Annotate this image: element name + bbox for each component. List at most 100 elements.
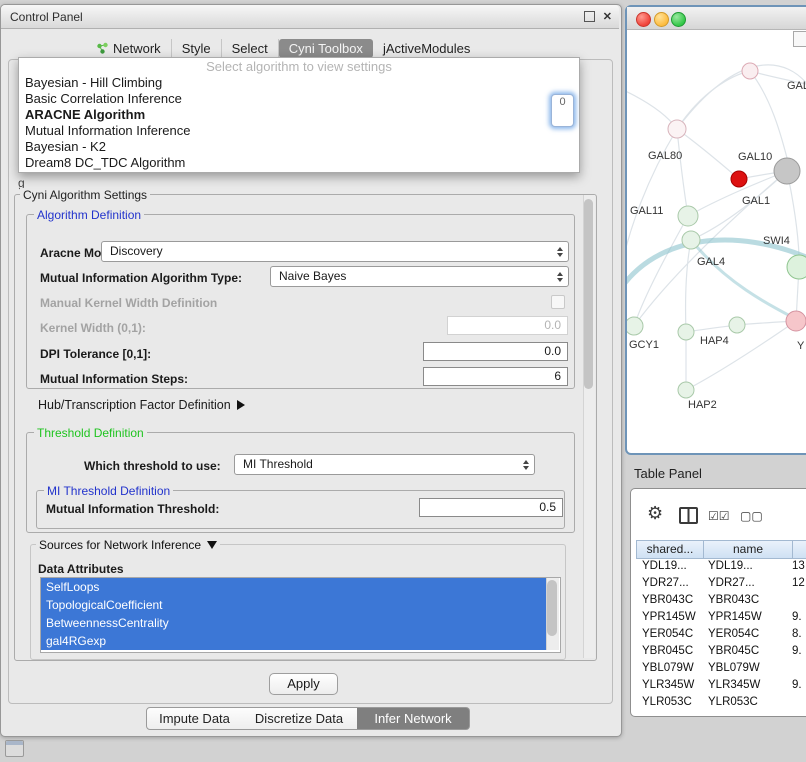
close-traffic-light[interactable] xyxy=(636,12,651,27)
columns-icon[interactable] xyxy=(679,507,698,524)
table-cell[interactable]: YLR345W xyxy=(636,677,702,694)
column-header[interactable] xyxy=(793,540,806,559)
combo-value: Discovery xyxy=(110,244,163,258)
table-cell[interactable]: 9. xyxy=(790,677,806,694)
tab-impute-data[interactable]: Impute Data xyxy=(146,707,243,730)
tab-cyni-toolbox[interactable]: Cyni Toolbox xyxy=(279,39,373,58)
float-window-icon[interactable] xyxy=(584,11,595,22)
spinner-field[interactable]: 0 xyxy=(551,94,574,127)
collapsed-panel-icon[interactable] xyxy=(5,740,24,757)
table-cell[interactable]: YPR145W xyxy=(702,609,790,626)
table-row[interactable]: YBR045CYBR045C9. xyxy=(636,643,806,660)
table-cell[interactable]: 13 xyxy=(790,558,806,575)
tab-jactivemodules[interactable]: jActiveModules xyxy=(373,39,480,58)
popup-item[interactable]: Mutual Information Inference xyxy=(19,123,579,139)
sources-section-toggle[interactable]: Sources for Network Inference xyxy=(36,538,220,552)
table-cell[interactable]: 12 xyxy=(790,575,806,592)
network-node[interactable] xyxy=(787,255,806,279)
list-item[interactable]: gal4RGexp xyxy=(41,632,550,650)
checked-pair-icon[interactable]: ☑☑ xyxy=(708,509,730,523)
tab-select[interactable]: Select xyxy=(222,39,279,58)
network-node[interactable] xyxy=(729,317,745,333)
table-row[interactable]: YBR043CYBR043C xyxy=(636,592,806,609)
mi-steps-field[interactable]: 6 xyxy=(423,367,568,386)
network-node[interactable] xyxy=(786,311,806,331)
table-cell[interactable]: YBR045C xyxy=(702,643,790,660)
mi-threshold-field[interactable]: 0.5 xyxy=(419,498,563,517)
table-cell[interactable]: YBL079W xyxy=(702,660,790,677)
popup-item[interactable]: Bayesian - K2 xyxy=(19,139,579,155)
network-node[interactable] xyxy=(774,158,800,184)
kernel-width-field[interactable]: 0.0 xyxy=(447,316,568,335)
table-cell[interactable]: YDL19... xyxy=(702,558,790,575)
table-cell[interactable]: YBR043C xyxy=(636,592,702,609)
network-node[interactable] xyxy=(678,324,694,340)
list-scrollbar-thumb[interactable] xyxy=(547,580,557,636)
zoom-traffic-light[interactable] xyxy=(671,12,686,27)
kernel-width-label: Kernel Width (0,1): xyxy=(40,321,146,335)
minimize-traffic-light[interactable] xyxy=(654,12,669,27)
table-cell[interactable] xyxy=(790,592,806,609)
list-item[interactable]: TopologicalCoefficient xyxy=(41,596,550,614)
network-node[interactable] xyxy=(678,382,694,398)
data-attributes-label: Data Attributes xyxy=(38,562,124,576)
table-cell[interactable]: 8. xyxy=(790,626,806,643)
table-cell[interactable]: YLR053C xyxy=(702,694,790,708)
table-cell[interactable]: YBR043C xyxy=(702,592,790,609)
tab-style[interactable]: Style xyxy=(172,39,222,58)
table-cell[interactable]: YDR27... xyxy=(702,575,790,592)
tab-network[interactable]: Network xyxy=(86,39,172,58)
hub-section-toggle[interactable]: Hub/Transcription Factor Definition xyxy=(38,398,245,412)
network-node[interactable] xyxy=(627,317,643,335)
popup-item-selected[interactable]: ARACNE Algorithm xyxy=(19,107,579,123)
table-cell[interactable]: 9. xyxy=(790,643,806,660)
mi-type-combo[interactable]: Naive Bayes xyxy=(270,266,569,287)
table-cell[interactable]: YDR27... xyxy=(636,575,702,592)
list-item[interactable]: BetweennessCentrality xyxy=(41,614,550,632)
table-cell[interactable] xyxy=(790,694,806,708)
column-header[interactable]: shared... xyxy=(636,540,704,559)
table-cell[interactable]: YDL19... xyxy=(636,558,702,575)
apply-button[interactable]: Apply xyxy=(269,673,338,695)
network-node[interactable] xyxy=(731,171,747,187)
table-row[interactable]: YLR053CYLR053C xyxy=(636,694,806,708)
table-row[interactable]: YPR145WYPR145W9. xyxy=(636,609,806,626)
aracne-mode-combo[interactable]: Discovery xyxy=(101,241,569,262)
table-cell[interactable]: YLR345W xyxy=(702,677,790,694)
gear-icon[interactable]: ⚙ xyxy=(647,503,663,524)
list-item[interactable]: SelfLoops xyxy=(41,578,550,596)
combo-arrows-icon xyxy=(557,272,563,282)
network-node[interactable] xyxy=(678,206,698,226)
tab-discretize-data[interactable]: Discretize Data xyxy=(241,707,358,730)
table-row[interactable]: YLR345WYLR345W9. xyxy=(636,677,806,694)
column-header[interactable]: name xyxy=(704,540,793,559)
popup-item[interactable]: Basic Correlation Inference xyxy=(19,91,579,107)
table-cell[interactable]: YBL079W xyxy=(636,660,702,677)
table-cell[interactable] xyxy=(790,660,806,677)
which-threshold-combo[interactable]: MI Threshold xyxy=(234,454,535,475)
close-icon[interactable]: ✕ xyxy=(603,10,612,23)
combo-value: MI Threshold xyxy=(243,457,313,471)
network-scrollbar-button[interactable] xyxy=(793,31,806,47)
table-row[interactable]: YDR27...YDR27...12 xyxy=(636,575,806,592)
table-cell[interactable]: YLR053C xyxy=(636,694,702,708)
network-node[interactable] xyxy=(682,231,700,249)
dpi-tolerance-field[interactable]: 0.0 xyxy=(423,342,568,361)
settings-scrollbar-thumb[interactable] xyxy=(584,199,593,389)
table-cell[interactable]: YER054C xyxy=(636,626,702,643)
table-cell[interactable]: YER054C xyxy=(702,626,790,643)
popup-item[interactable]: Dream8 DC_TDC Algorithm xyxy=(19,155,579,171)
network-canvas[interactable]: GAL80GAL10GAL11GAL1SWI4GAL4GCY1HAP4HAP2G… xyxy=(627,29,806,449)
tab-infer-network[interactable]: Infer Network xyxy=(357,707,470,730)
manual-kernel-checkbox[interactable] xyxy=(551,295,565,309)
table-cell[interactable]: YBR045C xyxy=(636,643,702,660)
table-row[interactable]: YDL19...YDL19...13 xyxy=(636,558,806,575)
popup-item[interactable]: Bayesian - Hill Climbing xyxy=(19,75,579,91)
network-node[interactable] xyxy=(668,120,686,138)
table-row[interactable]: YER054CYER054C8. xyxy=(636,626,806,643)
unchecked-pair-icon[interactable]: ▢▢ xyxy=(740,509,763,523)
table-cell[interactable]: YPR145W xyxy=(636,609,702,626)
network-node[interactable] xyxy=(742,63,758,79)
table-cell[interactable]: 9. xyxy=(790,609,806,626)
table-row[interactable]: YBL079WYBL079W xyxy=(636,660,806,677)
